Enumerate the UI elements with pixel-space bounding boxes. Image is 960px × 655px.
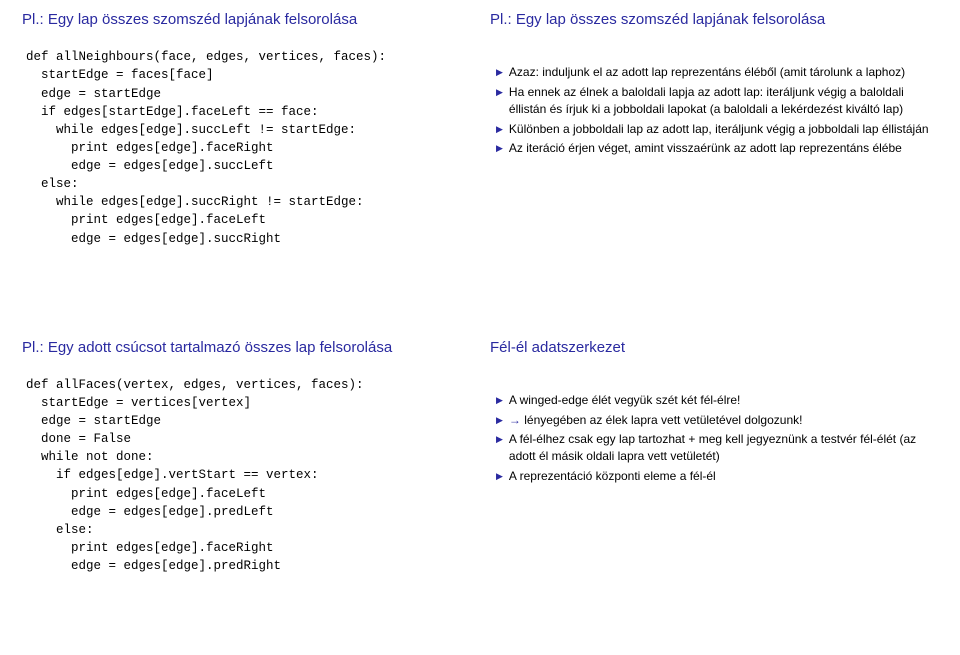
bullet-text: A winged-edge élét vegyük szét két fél-é… bbox=[509, 392, 938, 409]
triangle-icon: ▶ bbox=[496, 394, 503, 407]
quadrant-top-left: Pl.: Egy lap összes szomszéd lapjának fe… bbox=[22, 10, 470, 308]
triangle-icon: ▶ bbox=[496, 470, 503, 483]
triangle-icon: ▶ bbox=[496, 414, 503, 427]
quadrant-bottom-left: Pl.: Egy adott csúcsot tartalmazó összes… bbox=[22, 338, 470, 636]
quadrant-bottom-right: Fél-él adatszerkezet ▶ A winged-edge élé… bbox=[490, 338, 938, 636]
heading-q1: Pl.: Egy lap összes szomszéd lapjának fe… bbox=[22, 10, 470, 30]
bullet-text: A reprezentáció központi eleme a fél-él bbox=[509, 468, 938, 485]
heading-q2: Pl.: Egy lap összes szomszéd lapjának fe… bbox=[490, 10, 938, 30]
list-item: ▶ A winged-edge élét vegyük szét két fél… bbox=[496, 392, 938, 409]
triangle-icon: ▶ bbox=[496, 433, 503, 446]
list-item: ▶ Az iteráció érjen véget, amint visszaé… bbox=[496, 140, 938, 157]
triangle-icon: ▶ bbox=[496, 86, 503, 99]
list-item: ▶ → lényegében az élek lapra vett vetüle… bbox=[496, 412, 938, 429]
list-item: ▶ A fél-élhez csak egy lap tartozhat + m… bbox=[496, 431, 938, 465]
list-item: ▶ A reprezentáció központi eleme a fél-é… bbox=[496, 468, 938, 485]
quadrant-top-right: Pl.: Egy lap összes szomszéd lapjának fe… bbox=[490, 10, 938, 308]
bullet-rest: lényegében az élek lapra vett vetületéve… bbox=[524, 413, 802, 427]
bullet-list-q4: ▶ A winged-edge élét vegyük szét két fél… bbox=[496, 392, 938, 488]
bullet-text: Különben a jobboldali lap az adott lap, … bbox=[509, 121, 938, 138]
code-q3: def allFaces(vertex, edges, vertices, fa… bbox=[26, 376, 470, 575]
triangle-icon: ▶ bbox=[496, 123, 503, 136]
triangle-icon: ▶ bbox=[496, 142, 503, 155]
bullet-text: A fél-élhez csak egy lap tartozhat + meg… bbox=[509, 431, 938, 465]
list-item: ▶ Azaz: induljunk el az adott lap reprez… bbox=[496, 64, 938, 81]
heading-q4: Fél-él adatszerkezet bbox=[490, 338, 938, 358]
code-q1: def allNeighbours(face, edges, vertices,… bbox=[26, 48, 470, 247]
heading-q3: Pl.: Egy adott csúcsot tartalmazó összes… bbox=[22, 338, 470, 358]
bullet-text: Azaz: induljunk el az adott lap reprezen… bbox=[509, 64, 938, 81]
list-item: ▶ Különben a jobboldali lap az adott lap… bbox=[496, 121, 938, 138]
bullet-text: Ha ennek az élnek a baloldali lapja az a… bbox=[509, 84, 938, 118]
triangle-icon: ▶ bbox=[496, 66, 503, 79]
bullet-text: → lényegében az élek lapra vett vetületé… bbox=[509, 412, 938, 429]
bullet-text: Az iteráció érjen véget, amint visszaérü… bbox=[509, 140, 938, 157]
bullet-list-q2: ▶ Azaz: induljunk el az adott lap reprez… bbox=[496, 64, 938, 160]
list-item: ▶ Ha ennek az élnek a baloldali lapja az… bbox=[496, 84, 938, 118]
arrow-prefix: → bbox=[509, 413, 524, 427]
